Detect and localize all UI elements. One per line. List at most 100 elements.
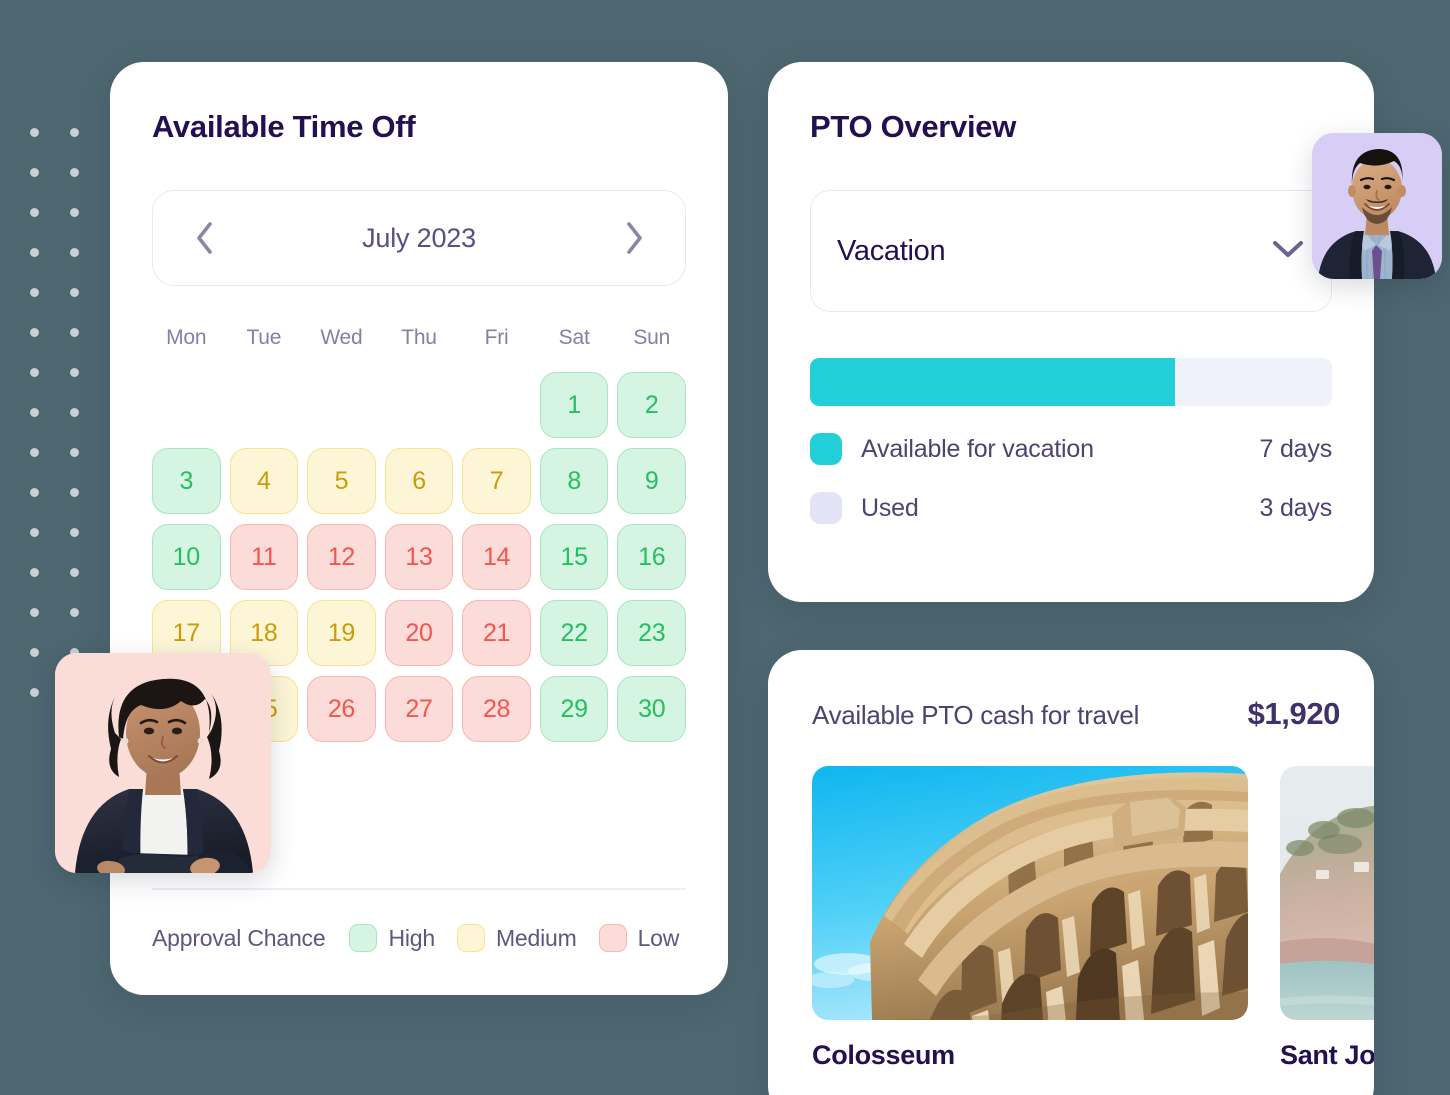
calendar-day-cell[interactable]: 16 — [617, 524, 686, 591]
decorative-dot — [70, 408, 79, 417]
calendar-day-cell[interactable]: 23 — [617, 600, 686, 667]
calendar-day-cell[interactable]: 21 — [462, 600, 531, 667]
calendar-day-cell[interactable]: 15 — [539, 524, 609, 591]
month-label: July 2023 — [362, 222, 476, 253]
pto-legend-swatch-used — [810, 492, 842, 525]
decorative-dot — [30, 288, 39, 297]
calendar-day-cell[interactable]: 9 — [617, 448, 686, 515]
avatar-man — [1312, 133, 1442, 279]
decorative-dot — [30, 648, 39, 657]
decorative-dot — [70, 488, 79, 497]
weekday-label: Mon — [166, 326, 207, 350]
pto-legend-label: Used — [861, 493, 919, 522]
decorative-dot — [70, 208, 79, 217]
legend-label: High — [388, 924, 435, 951]
chevron-down-icon[interactable] — [1271, 238, 1305, 265]
pto-legend-row: Used 3 days — [810, 492, 1333, 525]
pto-type-select[interactable]: Vacation — [810, 190, 1332, 313]
month-navigator: July 2023 — [152, 190, 686, 287]
calendar-day-cell[interactable]: 4 — [229, 448, 299, 515]
decorative-dot — [30, 208, 39, 217]
weekday-header-row: Mon Tue Wed Thu Fri Sat Sun — [152, 326, 686, 350]
chevron-right-icon[interactable] — [617, 221, 651, 255]
travel-destination-name: Colosseum — [812, 1040, 955, 1070]
pto-legend-value: 3 days — [1259, 493, 1333, 522]
decorative-dot — [30, 128, 39, 137]
calendar-day-cell[interactable]: 19 — [307, 600, 376, 667]
calendar-day-empty — [230, 372, 299, 438]
calendar-day-cell[interactable]: 10 — [152, 524, 221, 591]
pto-progress-bar — [810, 358, 1332, 407]
pto-legend-swatch-available — [810, 433, 842, 466]
travel-cash-label: Available PTO cash for travel — [812, 700, 1140, 730]
calendar-day-cell[interactable]: 11 — [229, 524, 299, 591]
pto-type-select-value: Vacation — [837, 234, 946, 267]
pto-overview-title: PTO Overview — [810, 109, 1017, 144]
colosseum-photo[interactable] — [812, 766, 1248, 1020]
legend-swatch-medium — [456, 924, 485, 952]
legend-item: Medium — [456, 924, 577, 952]
decorative-dot — [70, 248, 79, 257]
decorative-dot — [30, 328, 39, 337]
calendar-day-cell[interactable]: 28 — [462, 676, 531, 743]
travel-destination-item[interactable]: Colosseum — [812, 766, 1248, 1071]
travel-destination-item[interactable]: Sant Jo — [1280, 766, 1374, 1071]
avatar-woman — [55, 653, 271, 873]
pto-cash-travel-card: Available PTO cash for travel $1,920 Col… — [768, 650, 1374, 1095]
calendar-day-cell[interactable]: 7 — [462, 448, 531, 515]
decorative-dot — [30, 408, 39, 417]
calendar-day-cell[interactable]: 3 — [152, 448, 221, 515]
calendar-day-cell[interactable]: 12 — [307, 524, 376, 591]
calendar-day-cell[interactable]: 20 — [384, 600, 454, 667]
calendar-day-cell[interactable]: 14 — [462, 524, 531, 591]
pto-legend-row: Available for vacation 7 days — [810, 433, 1332, 466]
decorative-dot — [30, 488, 39, 497]
calendar-day-empty — [307, 372, 376, 438]
decorative-dot — [30, 688, 39, 697]
calendar-day-cell[interactable]: 30 — [617, 676, 686, 743]
calendar-day-cell[interactable]: 8 — [539, 448, 609, 515]
calendar-day-cell[interactable]: 22 — [539, 600, 609, 667]
legend-item: Low — [598, 924, 679, 952]
pto-legend-rows: Available for vacation 7 days Used 3 days — [810, 433, 1333, 525]
decorative-dot — [70, 608, 79, 617]
coastal-harbor-photo[interactable] — [1280, 766, 1374, 1020]
weekday-label: Wed — [320, 326, 363, 350]
decorative-dot — [30, 568, 39, 577]
legend-divider — [152, 888, 686, 890]
calendar-day-cell[interactable]: 29 — [539, 676, 609, 743]
calendar-day-cell[interactable]: 27 — [384, 676, 454, 743]
travel-destination-name: Sant Jo — [1280, 1040, 1374, 1070]
calendar-day-cell[interactable]: 2 — [617, 372, 686, 439]
decorative-dot — [70, 128, 79, 137]
decorative-dot — [30, 248, 39, 257]
weekday-label: Thu — [401, 326, 437, 350]
legend-label: Medium — [495, 924, 577, 951]
calendar-day-cell[interactable]: 5 — [307, 448, 376, 515]
weekday-label: Fri — [484, 326, 509, 350]
calendar-day-cell[interactable]: 13 — [384, 524, 454, 591]
decorative-dot — [30, 608, 39, 617]
decorative-dot — [70, 448, 79, 457]
weekday-label: Sat — [558, 326, 590, 350]
calendar-day-cell[interactable]: 6 — [384, 448, 454, 515]
decorative-dot — [70, 368, 79, 377]
legend-title: Approval Chance — [152, 924, 326, 951]
travel-cash-amount: $1,920 — [1247, 696, 1341, 731]
legend-item: High — [349, 924, 435, 952]
chevron-left-icon[interactable] — [187, 221, 221, 255]
calendar-day-empty — [152, 372, 221, 438]
decorative-dot — [70, 168, 79, 177]
pto-overview-card: PTO Overview Vacation Available for vaca… — [768, 62, 1374, 602]
travel-destination-list: Colosseum Sant Jo — [812, 766, 1374, 1071]
decorative-dot — [70, 328, 79, 337]
decorative-dot — [70, 288, 79, 297]
legend-swatch-low — [598, 924, 627, 952]
calendar-day-empty — [462, 372, 531, 438]
calendar-day-cell[interactable]: 1 — [539, 372, 609, 439]
page-title: Available Time Off — [152, 109, 416, 144]
approval-chance-legend: Approval Chance High Medium Low — [152, 924, 701, 952]
decorative-dot-grid — [30, 128, 94, 698]
decorative-dot — [30, 168, 39, 177]
calendar-day-cell[interactable]: 26 — [307, 676, 376, 743]
